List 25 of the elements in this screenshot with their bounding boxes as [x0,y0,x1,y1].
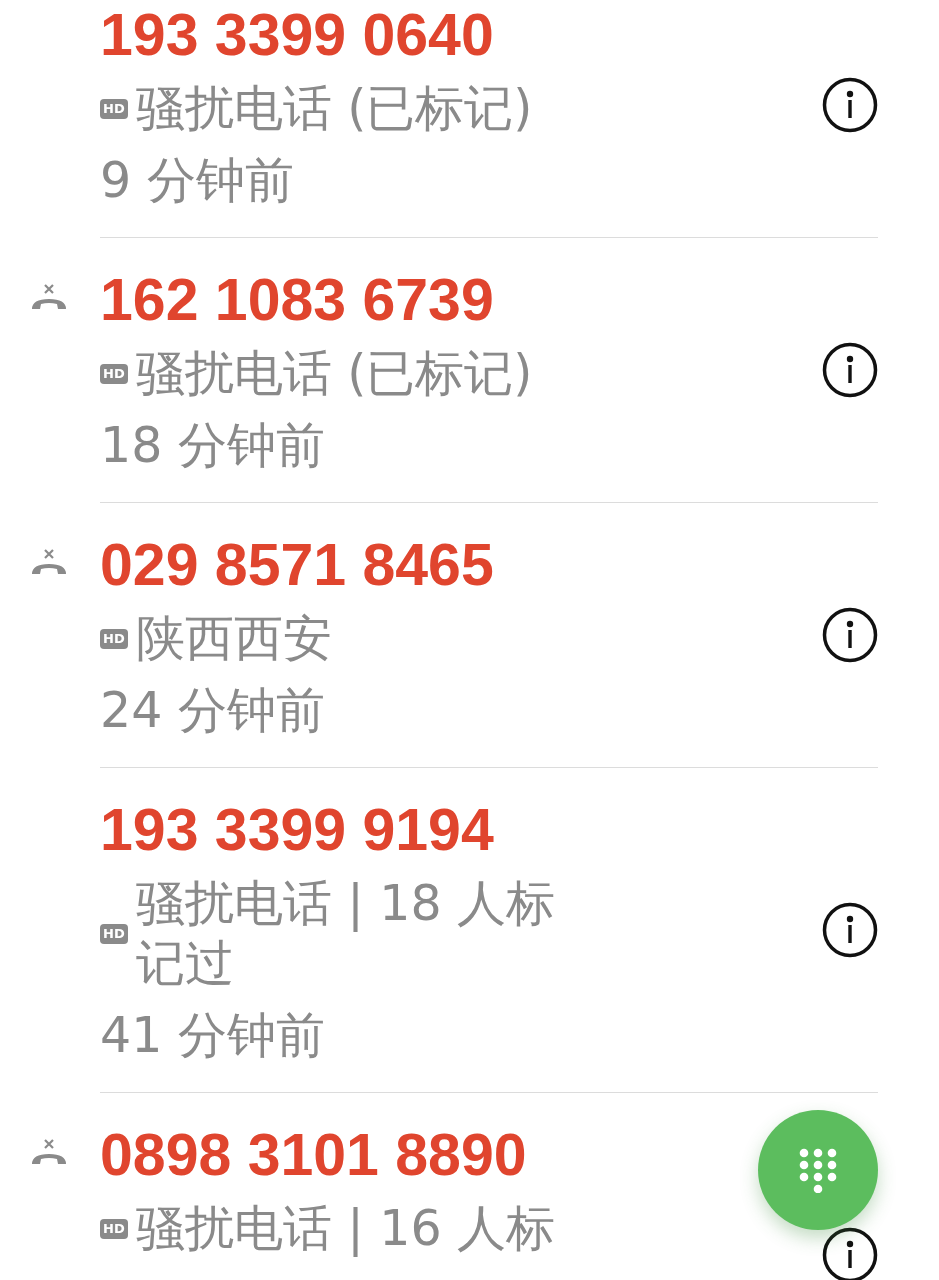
dialpad-icon [798,1147,838,1193]
caller-label: 骚扰电话 | 18 人标记过 [135,874,556,994]
hd-badge: HD [100,924,128,944]
phone-number: 0898 3101 8890 [100,1121,527,1190]
phone-number: 193 3399 0640 [100,1,494,70]
call-time: 18 分钟前 [100,416,325,476]
phone-number: 193 3399 9194 [100,796,494,865]
hd-badge: HD [100,629,128,649]
hd-badge: HD [100,1219,128,1239]
caller-label: 骚扰电话 | 16 人标 [135,1199,556,1259]
info-icon[interactable] [822,902,878,958]
phone-number: 162 1083 6739 [100,266,494,335]
hd-badge: HD [100,99,128,119]
call-time: 41 分钟前 [100,1006,325,1066]
caller-label: 陕西西安 [135,609,332,669]
info-icon[interactable] [822,77,878,133]
caller-label: 骚扰电话 (已标记) [135,344,533,404]
call-time: 9 分钟前 [100,151,294,211]
phone-number: 029 8571 8465 [100,531,494,600]
info-icon[interactable] [822,1227,878,1280]
info-icon[interactable] [822,607,878,663]
caller-label: 骚扰电话 (已标记) [135,79,533,139]
hd-badge: HD [100,364,128,384]
call-time: 24 分钟前 [100,681,325,741]
info-icon[interactable] [822,342,878,398]
